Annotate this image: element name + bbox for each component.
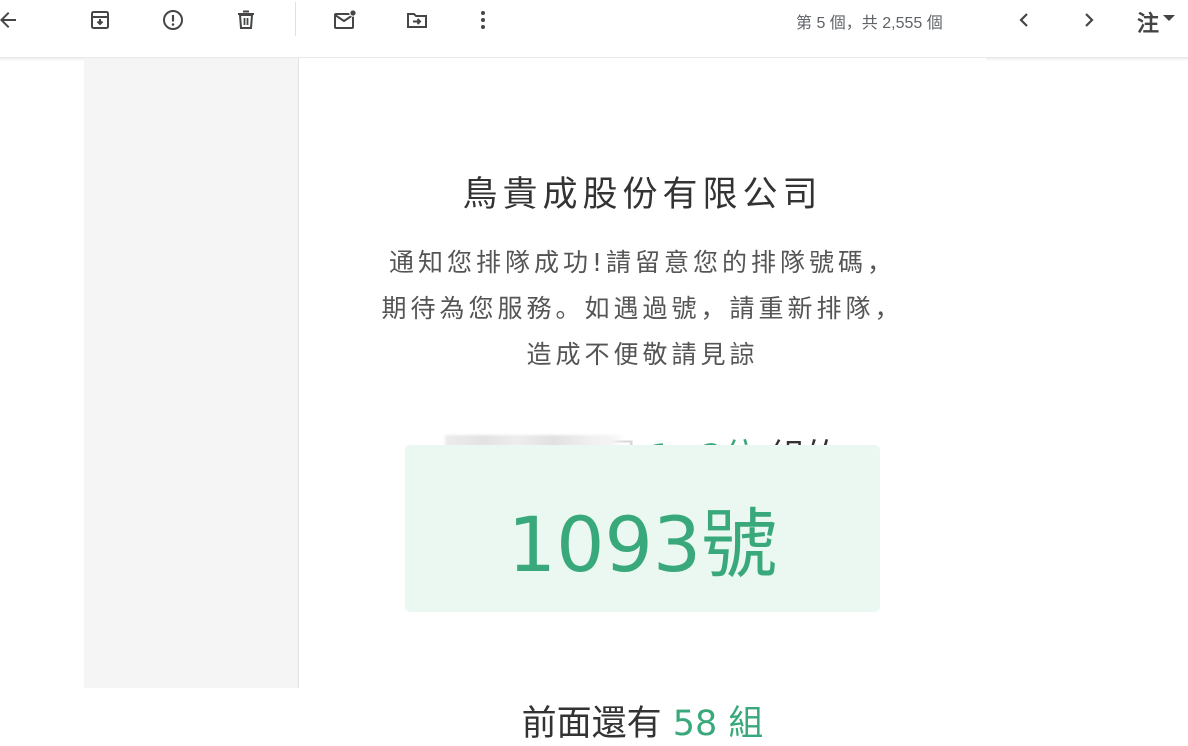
ahead-suffix: 組 — [728, 704, 764, 744]
chevron-right-icon — [1085, 13, 1094, 27]
newer-email-button[interactable] — [1006, 2, 1042, 38]
ticket-number-box: 1093號 — [405, 445, 880, 612]
archive-icon — [91, 11, 109, 29]
delete-icon — [238, 10, 254, 29]
move-to-button[interactable] — [399, 2, 435, 38]
notice-line-1: 通知您排隊成功!請留意您的排隊號碼， — [388, 248, 897, 277]
ticket-number: 1093號 — [507, 500, 778, 589]
caret-down-icon[interactable] — [1163, 15, 1175, 21]
pagination-count: 第 5 個，共 2,555 個 — [796, 15, 943, 32]
toolbar-divider — [295, 2, 296, 36]
ahead-count: 58 — [672, 704, 718, 744]
groups-ahead-line: 前面還有 58 組 — [299, 695, 986, 746]
archive-button[interactable] — [82, 2, 118, 38]
report-spam-icon — [163, 10, 183, 30]
more-vert-icon — [481, 11, 485, 29]
move-to-icon — [407, 13, 427, 28]
mark-unread-button[interactable] — [327, 2, 363, 38]
notice-line-3: 造成不便敬請見諒 — [526, 340, 759, 369]
chevron-left-icon — [1019, 13, 1028, 27]
ahead-prefix: 前面還有 — [521, 704, 662, 744]
mark-unread-icon — [334, 9, 357, 29]
more-options-button[interactable] — [465, 2, 501, 38]
input-tools-label[interactable]: 注 — [1137, 6, 1159, 38]
company-name: 鳥貴成股份有限公司 — [462, 175, 823, 215]
back-button[interactable] — [0, 2, 26, 38]
older-email-button[interactable] — [1071, 2, 1107, 38]
arrow-left-icon — [0, 12, 16, 28]
email-toolbar: 第 5 個，共 2,555 個 注 — [0, 0, 1188, 40]
notice-line-2: 期待為您服務。如遇過號，請重新排隊， — [381, 294, 904, 323]
report-spam-button[interactable] — [155, 2, 191, 38]
delete-button[interactable] — [228, 2, 264, 38]
